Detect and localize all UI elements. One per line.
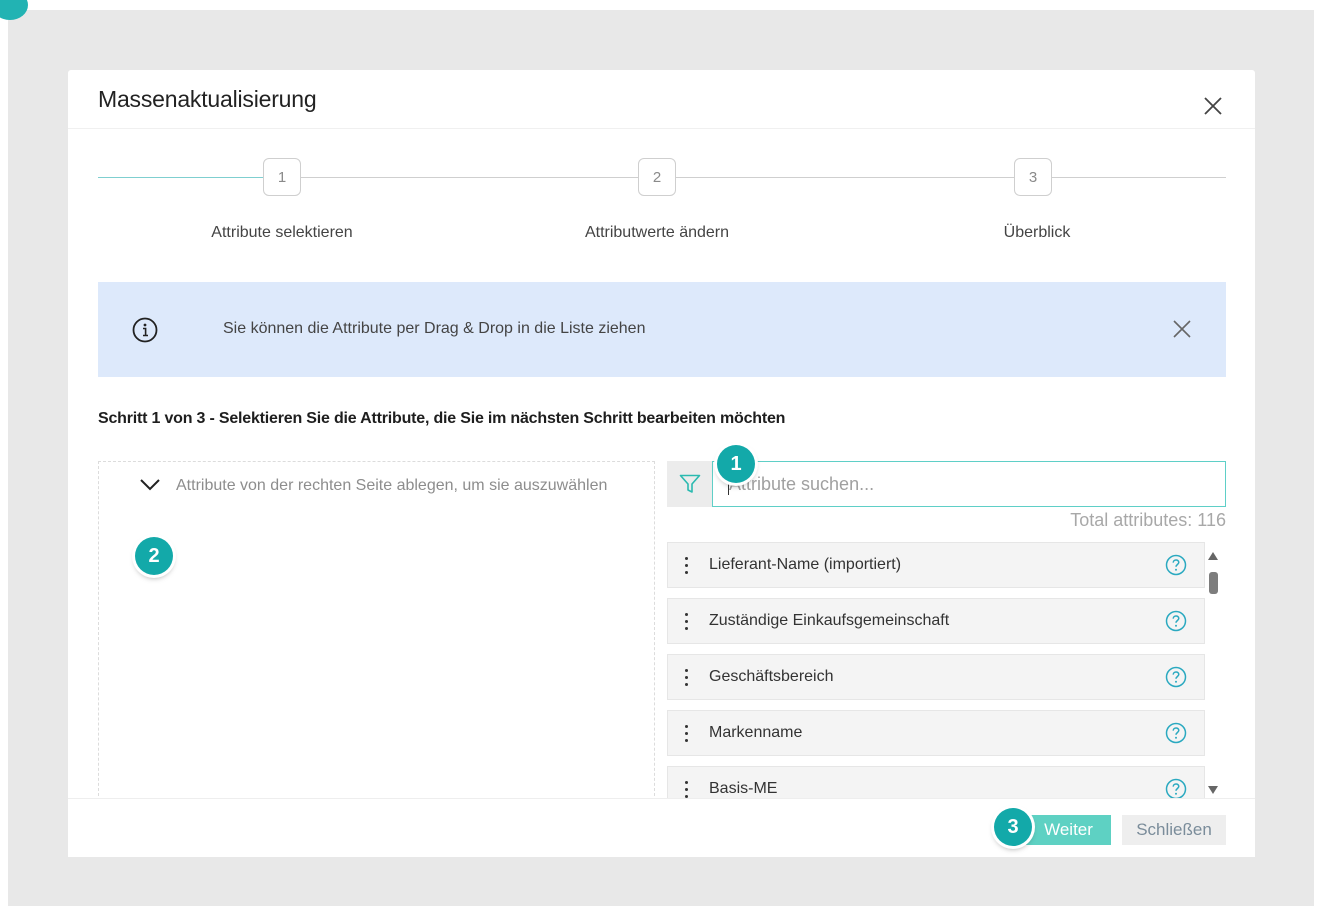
list-item[interactable]: Lieferant-Name (importiert) [667, 542, 1205, 588]
step-line [1052, 177, 1226, 178]
filter-button[interactable] [667, 461, 712, 507]
help-icon[interactable] [1165, 666, 1187, 688]
list-item[interactable]: Geschäftsbereich [667, 654, 1205, 700]
help-icon[interactable] [1165, 778, 1187, 798]
wizard-stepper: 1 2 3 Attribute selektieren Attributwert… [98, 158, 1226, 248]
dialog-header: Massenaktualisierung [68, 70, 1255, 129]
attribute-label: Geschäftsbereich [709, 668, 834, 685]
drag-handle-icon[interactable] [685, 557, 689, 575]
drag-handle-icon[interactable] [685, 781, 689, 798]
attribute-label: Basis-ME [709, 780, 778, 797]
info-icon [132, 317, 158, 343]
list-scrollbar[interactable] [1206, 544, 1220, 800]
step-instruction: Schritt 1 von 3 - Selektieren Sie die At… [98, 410, 786, 427]
list-item[interactable]: Markenname [667, 710, 1205, 756]
step-3-marker[interactable]: 3 [1014, 158, 1052, 196]
attribute-label: Zuständige Einkaufsgemeinschaft [709, 612, 950, 629]
close-icon[interactable] [1201, 94, 1225, 118]
selected-attributes-dropzone[interactable]: Attribute von der rechten Seite ablegen,… [98, 461, 655, 801]
step-1-marker[interactable]: 1 [263, 158, 301, 196]
step-line-done [98, 177, 263, 178]
scrollbar-thumb[interactable] [1209, 572, 1218, 594]
help-icon[interactable] [1165, 722, 1187, 744]
bulk-update-dialog: Massenaktualisierung 1 2 3 Attribute sel… [68, 70, 1255, 857]
step-2-label: Attributwerte ändern [584, 224, 730, 241]
step-2-marker[interactable]: 2 [638, 158, 676, 196]
corner-badge [0, 0, 28, 20]
chevron-down-icon[interactable] [139, 478, 161, 492]
help-icon[interactable] [1165, 554, 1187, 576]
info-banner: Sie können die Attribute per Drag & Drop… [98, 282, 1226, 377]
step-3-label: Überblick [1003, 224, 1071, 241]
filter-icon [679, 474, 701, 493]
help-icon[interactable] [1165, 610, 1187, 632]
total-attributes-count: Total attributes: 116 [1070, 510, 1226, 530]
attribute-label: Markenname [709, 724, 803, 741]
dropzone-hint: Attribute von der rechten Seite ablegen,… [176, 477, 608, 494]
drag-handle-icon[interactable] [685, 669, 689, 687]
tutorial-badge-1: 1 [717, 445, 755, 483]
attribute-label: Lieferant-Name (importiert) [709, 556, 902, 573]
scroll-down-arrow-icon[interactable] [1208, 786, 1218, 794]
next-button[interactable]: Weiter [1026, 815, 1111, 845]
dialog-title: Massenaktualisierung [98, 86, 317, 112]
step-1-label: Attribute selektieren [211, 224, 353, 241]
banner-close-icon[interactable] [1171, 318, 1193, 340]
attribute-search-input[interactable] [712, 461, 1226, 507]
drag-handle-icon[interactable] [685, 725, 689, 743]
step-line [301, 177, 638, 178]
drag-handle-icon[interactable] [685, 613, 689, 631]
scroll-up-arrow-icon[interactable] [1208, 552, 1218, 560]
list-item[interactable]: Zuständige Einkaufsgemeinschaft [667, 598, 1205, 644]
tutorial-badge-2: 2 [135, 537, 173, 575]
list-item[interactable]: Basis-ME [667, 766, 1205, 798]
step-line [676, 177, 1014, 178]
dialog-footer: Weiter Schließen [68, 798, 1255, 857]
tutorial-badge-3: 3 [994, 808, 1032, 846]
info-text: Sie können die Attribute per Drag & Drop… [223, 320, 646, 337]
attribute-list: Lieferant-Name (importiert) Zuständige E… [667, 542, 1207, 798]
close-button[interactable]: Schließen [1122, 815, 1226, 845]
